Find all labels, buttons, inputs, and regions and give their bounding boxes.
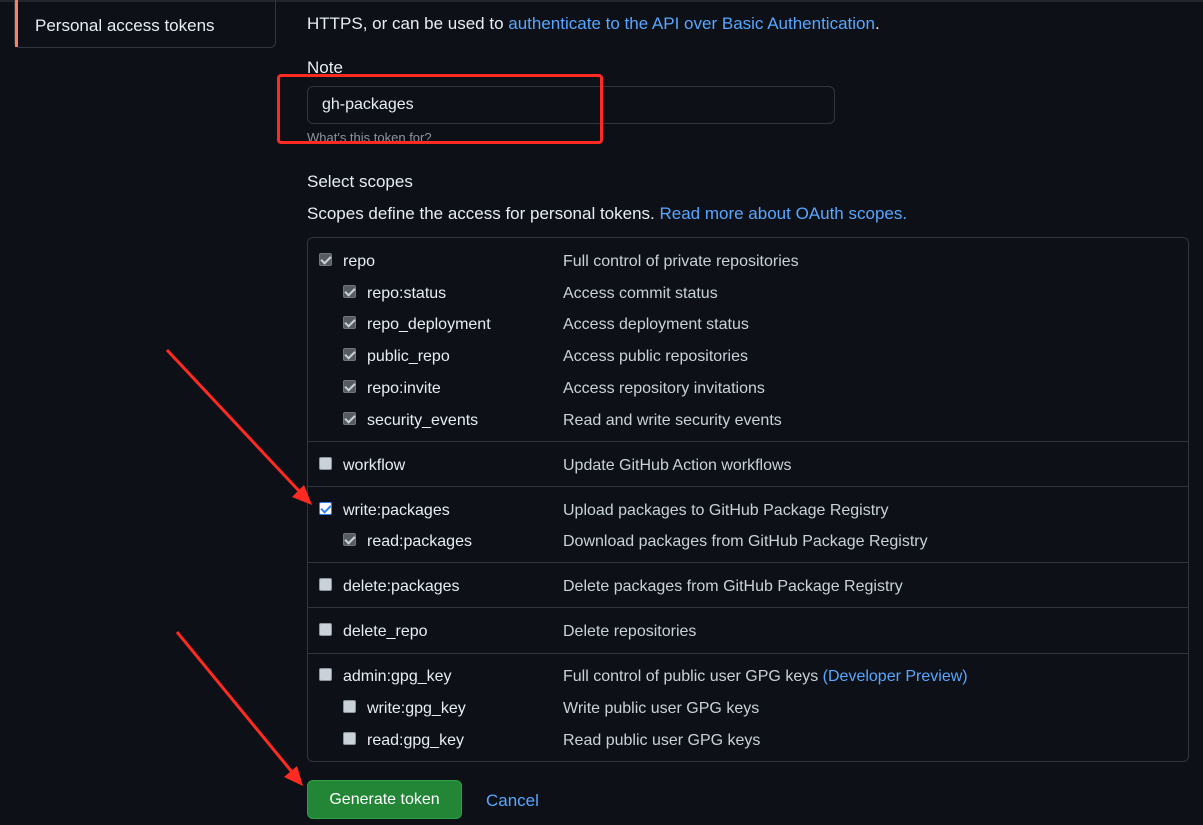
cancel-link[interactable]: Cancel: [486, 791, 539, 811]
scope-name-repo-invite: repo:invite: [367, 380, 441, 397]
scope-description-admin-gpg-key: Full control of public user GPG keys (De…: [563, 668, 968, 686]
scope-description-delete-repo: Delete repositories: [563, 623, 697, 640]
scopes-table: repo Full control of private repositorie…: [307, 237, 1189, 762]
annotation-arrow-write-packages: [165, 348, 312, 505]
settings-sidebar: Personal access tokens: [14, 0, 276, 48]
scope-checkbox-repo-status[interactable]: [343, 285, 356, 298]
sidebar-item-label: Personal access tokens: [35, 16, 215, 35]
scope-name-public-repo: public_repo: [367, 348, 450, 365]
scope-name-write-packages: write:packages: [343, 502, 450, 519]
scope-description-write-packages: Upload packages to GitHub Package Regist…: [563, 502, 889, 519]
group-divider: [308, 653, 1188, 654]
scope-name-read-gpg-key: read:gpg_key: [367, 732, 464, 749]
scope-checkbox-delete-packages[interactable]: [319, 578, 332, 591]
sidebar-item-personal-access-tokens[interactable]: Personal access tokens: [15, 0, 275, 47]
group-divider: [308, 441, 1188, 442]
scope-description-delete-packages: Delete packages from GitHub Package Regi…: [563, 578, 903, 595]
scope-name-write-gpg-key: write:gpg_key: [367, 700, 466, 717]
group-divider: [308, 562, 1188, 563]
scope-name-admin-gpg-key: admin:gpg_key: [343, 668, 452, 685]
scope-description-read-packages: Download packages from GitHub Package Re…: [563, 533, 928, 550]
scope-name-repo-deployment: repo_deployment: [367, 316, 491, 333]
oauth-scopes-link[interactable]: Read more about OAuth scopes.: [659, 204, 907, 223]
scope-checkbox-repo-deployment[interactable]: [343, 316, 356, 329]
scope-description-repo: Full control of private repositories: [563, 253, 799, 270]
scope-name-read-packages: read:packages: [367, 533, 472, 550]
generate-token-button[interactable]: Generate token: [307, 780, 462, 819]
scope-checkbox-public-repo[interactable]: [343, 348, 356, 361]
scope-description-repo-deployment: Access deployment status: [563, 316, 749, 333]
scope-checkbox-repo[interactable]: [319, 253, 332, 266]
scope-description-repo-status: Access commit status: [563, 285, 718, 302]
scope-description-workflow: Update GitHub Action workflows: [563, 457, 792, 474]
scope-name-delete-packages: delete:packages: [343, 578, 460, 595]
scope-checkbox-read-gpg-key[interactable]: [343, 732, 356, 745]
scope-checkbox-write-packages[interactable]: [319, 502, 332, 515]
scope-checkbox-security-events[interactable]: [343, 412, 356, 425]
scope-description-write-gpg-key: Write public user GPG keys: [563, 700, 760, 717]
scopes-description: Scopes define the access for personal to…: [307, 204, 907, 224]
scope-description-public-repo: Access public repositories: [563, 348, 748, 365]
basic-auth-link[interactable]: authenticate to the API over Basic Authe…: [508, 14, 875, 33]
developer-preview-link[interactable]: (Developer Preview): [823, 668, 968, 685]
scopes-description-text: Scopes define the access for personal to…: [307, 204, 660, 223]
scope-name-workflow: workflow: [343, 457, 406, 474]
scope-checkbox-write-gpg-key[interactable]: [343, 700, 356, 713]
scope-checkbox-repo-invite[interactable]: [343, 380, 356, 393]
scope-name-repo: repo: [343, 253, 376, 270]
scope-name-security-events: security_events: [367, 412, 479, 429]
scope-checkbox-read-packages[interactable]: [343, 533, 356, 546]
scope-description-repo-invite: Access repository invitations: [563, 380, 765, 397]
intro-text-before: HTTPS, or can be used to: [307, 14, 509, 33]
scope-name-delete-repo: delete_repo: [343, 623, 428, 640]
scope-checkbox-delete-repo[interactable]: [319, 623, 332, 636]
scope-description-read-gpg-key: Read public user GPG keys: [563, 732, 761, 749]
scope-name-repo-status: repo:status: [367, 285, 447, 302]
annotation-highlight-box: [277, 74, 603, 144]
scope-checkbox-workflow[interactable]: [319, 457, 332, 470]
group-divider: [308, 486, 1188, 487]
intro-text: HTTPS, or can be used to authenticate to…: [307, 14, 880, 34]
scope-checkbox-admin-gpg-key[interactable]: [319, 668, 332, 681]
scopes-title: Select scopes: [307, 172, 413, 191]
annotation-arrow-generate-token: [175, 631, 303, 786]
scope-description-admin-gpg-key-text: Full control of public user GPG keys: [563, 668, 823, 685]
intro-text-after: .: [874, 14, 880, 33]
token-settings-page: Personal access tokens HTTPS, or can be …: [0, 0, 1203, 825]
scope-description-security-events: Read and write security events: [563, 412, 782, 429]
group-divider: [308, 607, 1188, 608]
